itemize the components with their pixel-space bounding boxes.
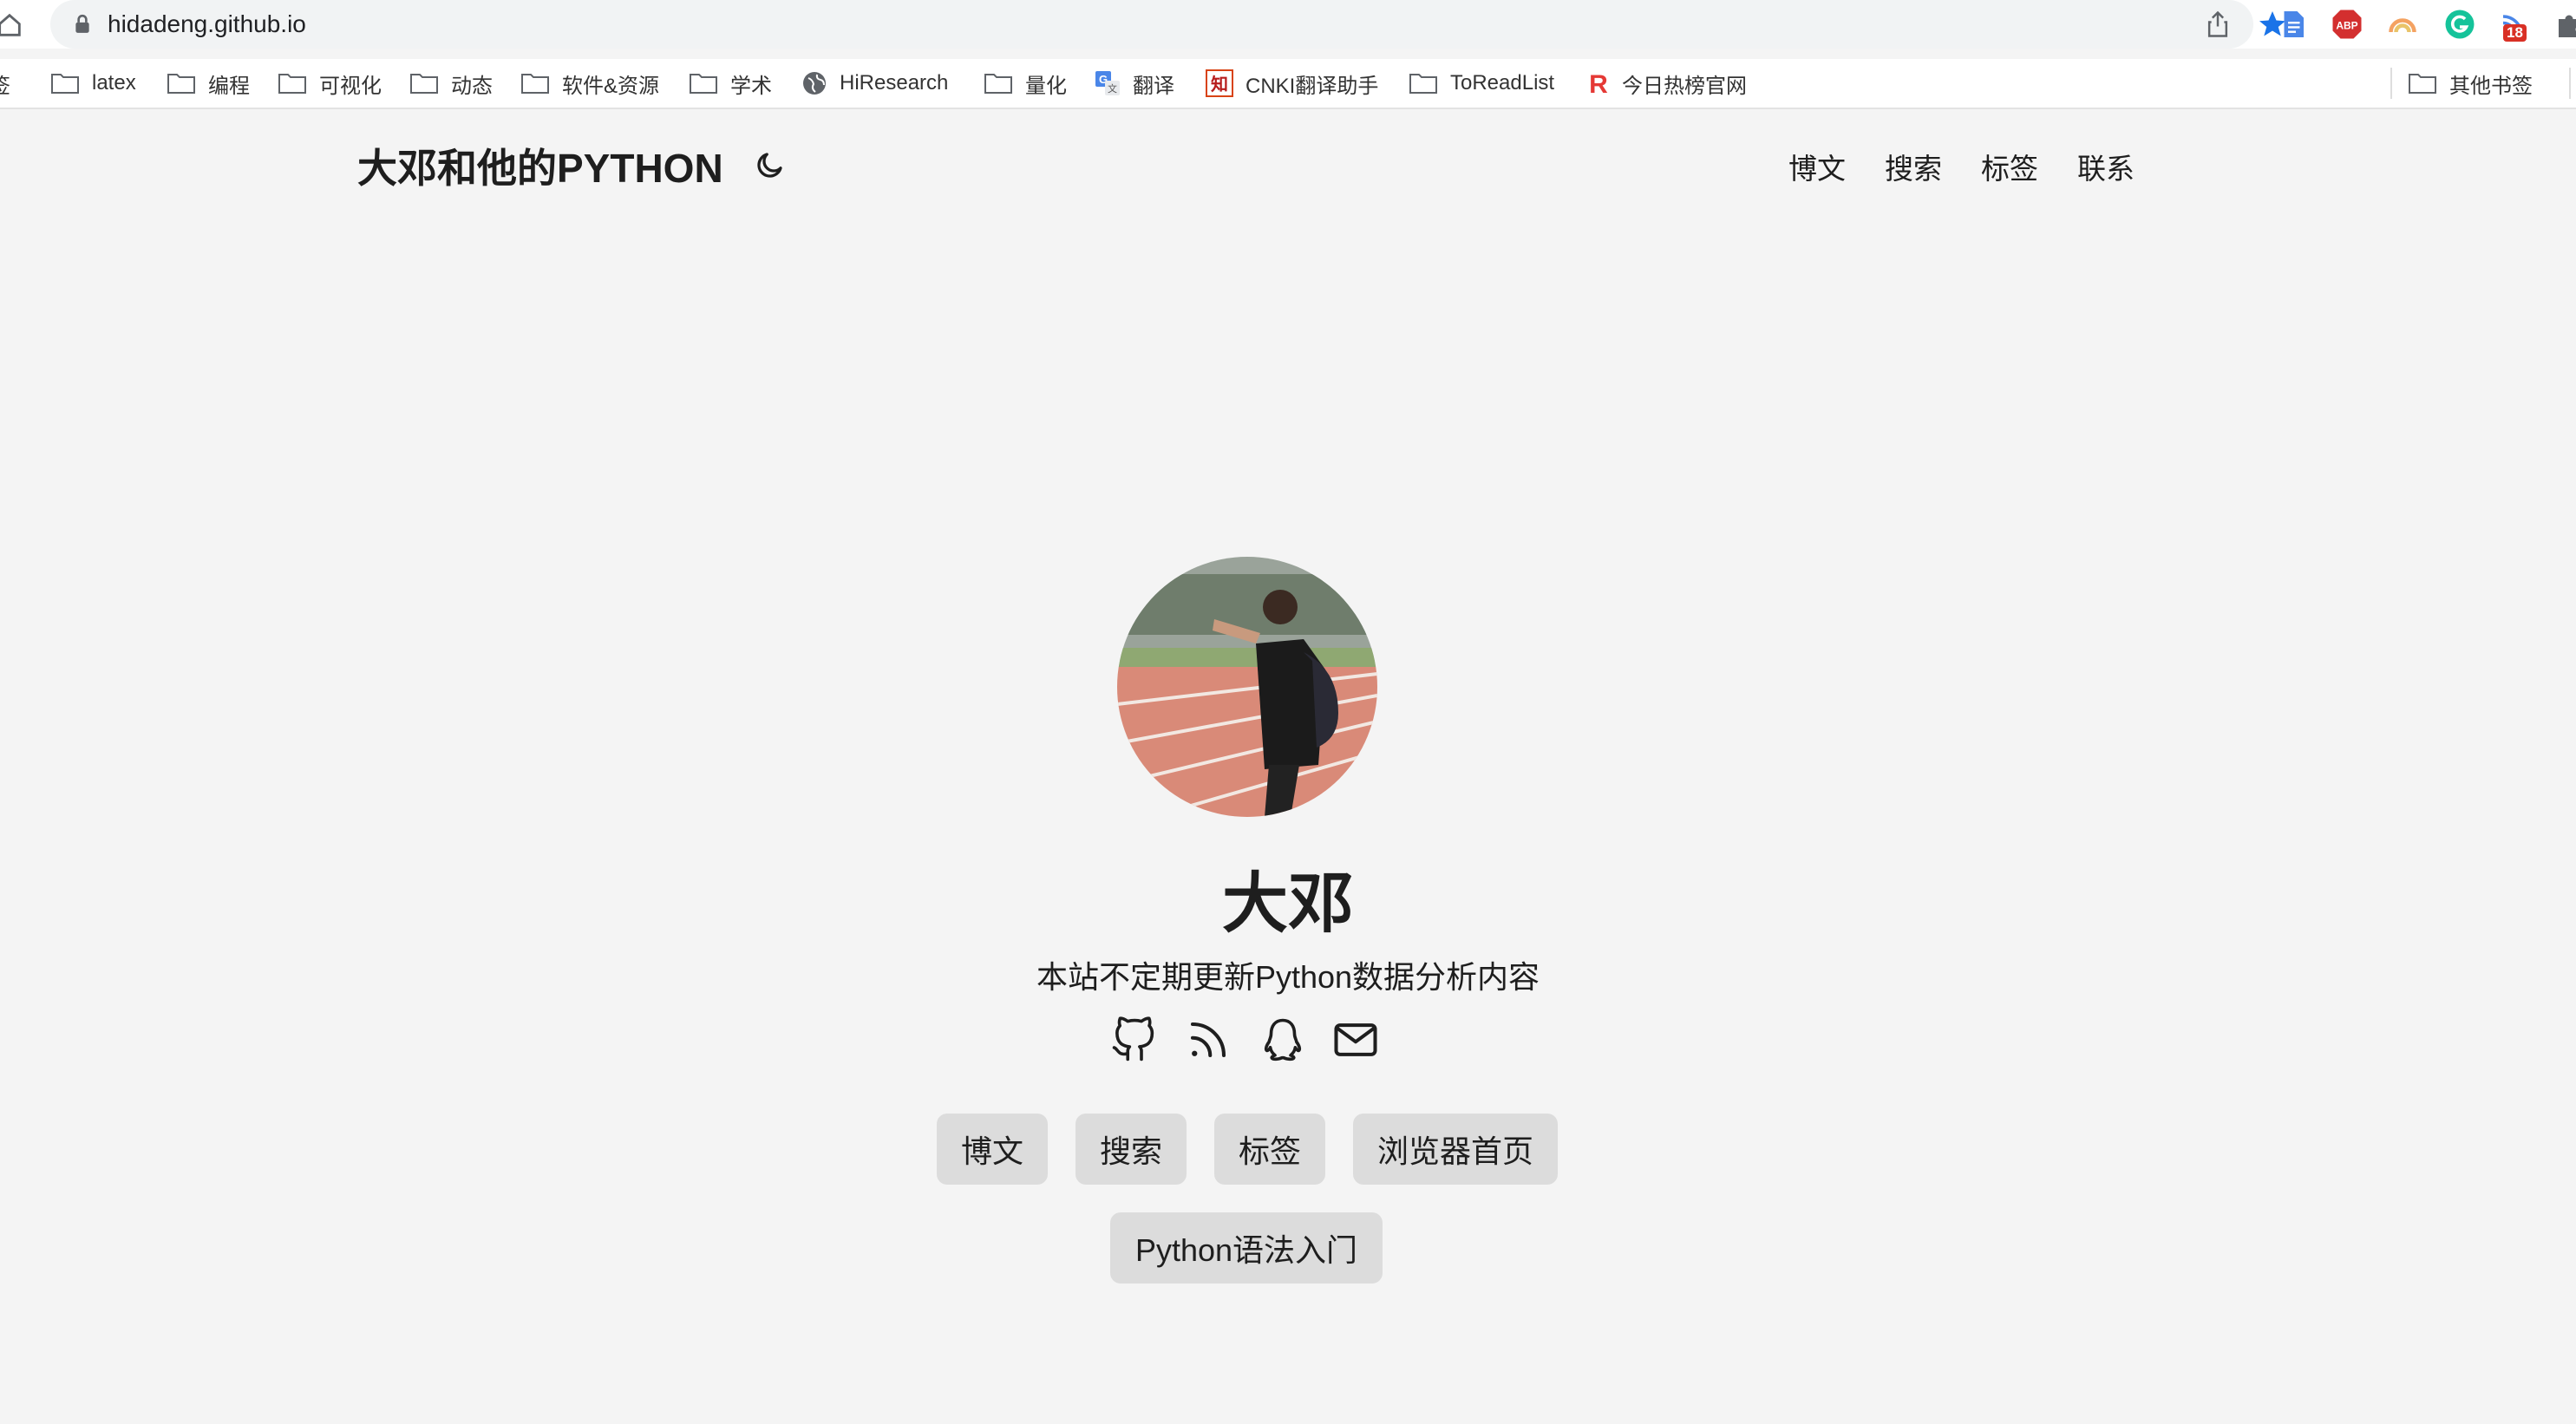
bookmark-label: latex (92, 71, 136, 95)
posts-button[interactable]: 博文 (937, 1114, 1048, 1185)
bookmark-cnki[interactable]: 知 CNKI翻译助手 (1206, 59, 1378, 108)
folder-icon (410, 74, 438, 94)
folder-icon (51, 74, 79, 94)
puzzle-extensions-icon[interactable] (2553, 9, 2576, 40)
profile-name: 大邓 (1222, 867, 1354, 941)
github-icon[interactable] (1110, 1016, 1157, 1063)
folder-icon (2409, 74, 2436, 94)
moon-icon[interactable] (755, 149, 786, 180)
bookmark-label: 软件&资源 (562, 74, 660, 98)
bookmark-dynamics[interactable]: 动态 (409, 59, 493, 108)
bookmarks-separator (2390, 68, 2392, 99)
cnki-icon: 知 (1206, 69, 1233, 97)
extension-badge: 18 (2503, 24, 2527, 42)
folder-icon (521, 74, 549, 94)
folder-icon (690, 74, 717, 94)
url-text[interactable]: hidadeng.github.io (108, 10, 306, 38)
qq-icon[interactable] (1259, 1016, 1306, 1063)
profile-description: 本站不定期更新Python数据分析内容 (1036, 959, 1540, 995)
nav-posts[interactable]: 博文 (1788, 146, 1846, 187)
rainbow-extension-icon[interactable] (2387, 9, 2418, 40)
bookmark-label: 量化 (1025, 74, 1067, 98)
bookmark-label: 签 (0, 69, 10, 99)
browser-toolbar: hidadeng.github.io ABP 18 (0, 0, 2576, 49)
bookmark-visualization[interactable]: 可视化 (278, 59, 382, 108)
folder-icon (984, 74, 1012, 94)
site-title[interactable]: 大邓和他的PYTHON (357, 137, 723, 194)
browser-home-button[interactable]: 浏览器首页 (1353, 1114, 1558, 1185)
folder-icon (1409, 74, 1437, 94)
bookmarks-separator (2569, 68, 2571, 99)
folder-icon (278, 74, 306, 94)
bookmark-label: 学术 (730, 74, 772, 98)
bookmark-translate[interactable]: G文 翻译 (1095, 59, 1174, 108)
tags-button[interactable]: 标签 (1214, 1114, 1325, 1185)
nav-contact[interactable]: 联系 (2077, 146, 2135, 187)
bookmark-hiresearch[interactable]: HiResearch (801, 59, 948, 108)
bookmark-label: HiResearch (840, 71, 949, 95)
bookmark-label: 翻译 (1133, 74, 1174, 98)
bookmark-label: 编程 (208, 74, 250, 98)
globe-icon (803, 72, 826, 95)
bookmark-label: 动态 (451, 74, 493, 98)
bookmark-label: 今日热榜官网 (1622, 74, 1747, 98)
nav-search[interactable]: 搜索 (1885, 146, 1942, 187)
bookmark-label: 可视化 (319, 74, 382, 98)
r-logo-icon: R (1589, 70, 1608, 96)
address-bar[interactable]: hidadeng.github.io (50, 0, 2285, 49)
share-icon[interactable] (2205, 10, 2231, 38)
mail-icon[interactable] (1332, 1016, 1379, 1063)
lock-icon[interactable] (73, 14, 92, 35)
bookmark-other[interactable]: 其他书签 (2408, 59, 2533, 108)
bookmark-toreadlist[interactable]: ToReadList (1409, 59, 1554, 108)
svg-text:文: 文 (1108, 82, 1117, 95)
bookmark-tophub[interactable]: R 今日热榜官网 (1587, 59, 1747, 108)
bookmark-label: CNKI翻译助手 (1246, 74, 1379, 98)
avatar-photo (1117, 557, 1377, 817)
svg-text:R: R (1589, 70, 1608, 96)
adblock-icon[interactable]: ABP (2331, 9, 2363, 40)
bookmark-programming[interactable]: 编程 (167, 59, 250, 108)
search-button[interactable]: 搜索 (1076, 1114, 1187, 1185)
bookmark-bookmarks[interactable]: 签 (0, 59, 10, 108)
avatar (1117, 557, 1377, 817)
translate-icon: G文 (1095, 71, 1120, 95)
grammarly-icon[interactable] (2444, 9, 2475, 40)
rss-icon[interactable] (1185, 1016, 1232, 1063)
svg-text:ABP: ABP (2336, 19, 2357, 31)
bookmarks-bar: 签 latex 编程 可视化 动态 软件&资源 学术 HiResearch 量化… (0, 59, 2576, 109)
bookmark-software[interactable]: 软件&资源 (520, 59, 659, 108)
docs-extension-icon[interactable] (2278, 9, 2309, 40)
bookmark-label: ToReadList (1450, 71, 1555, 95)
svg-text:知: 知 (1211, 74, 1228, 95)
folder-icon (167, 74, 195, 94)
nav-tags[interactable]: 标签 (1981, 146, 2038, 187)
bookmark-label: 其他书签 (2449, 74, 2533, 98)
bookmark-latex[interactable]: latex (50, 59, 136, 108)
bookmark-quant[interactable]: 量化 (984, 59, 1067, 108)
bookmark-academic[interactable]: 学术 (689, 59, 772, 108)
home-icon[interactable] (0, 10, 24, 40)
python-intro-button[interactable]: Python语法入门 (1110, 1212, 1383, 1284)
